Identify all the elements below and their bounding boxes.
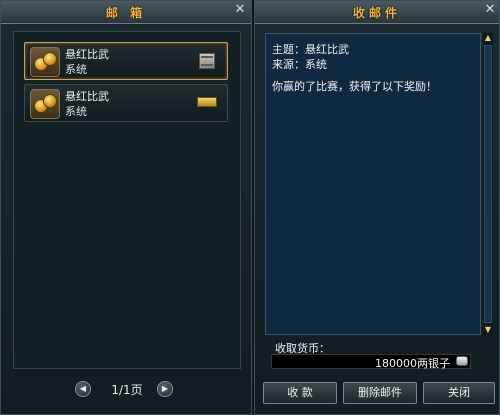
- mailbox-title: 邮 箱: [105, 6, 147, 20]
- mail-sender: 系统: [65, 105, 87, 118]
- mail-list: 悬红比武 系统 悬红比武 系统: [13, 31, 241, 369]
- mail-subject: 悬红比武: [65, 48, 109, 61]
- currency-value: 180000两银子: [375, 357, 450, 370]
- scroll-icon: [199, 53, 215, 69]
- reader-title: 收邮件: [352, 6, 401, 20]
- mail-list-item[interactable]: 悬红比武 系统: [24, 84, 228, 122]
- collect-button[interactable]: 收 款: [263, 382, 337, 404]
- gold-coins-icon: [30, 47, 60, 77]
- mail-source-line: 来源：系统: [272, 58, 327, 71]
- pager: ◀ 1/1页 ▶: [1, 381, 251, 399]
- scroll-thumb[interactable]: [484, 45, 492, 323]
- mailbox-panel: 邮 箱 ✕ 悬红比武 系统 悬红比武 系统 ◀ 1/1页 ▶: [0, 0, 252, 415]
- close-button[interactable]: 关闭: [423, 382, 495, 404]
- mailbox-close-icon[interactable]: ✕: [233, 3, 247, 17]
- mail-subject: 悬红比武: [65, 90, 109, 103]
- mail-scrollbar[interactable]: ▲ ▼: [483, 33, 493, 335]
- scroll-up-icon[interactable]: ▲: [483, 33, 493, 43]
- prev-page-icon[interactable]: ◀: [75, 381, 91, 397]
- next-page-icon[interactable]: ▶: [157, 381, 173, 397]
- mail-body: 你赢的了比赛，获得了以下奖励！: [272, 80, 437, 93]
- currency-field: 180000两银子: [271, 354, 471, 370]
- page-indicator: 1/1页: [111, 383, 143, 397]
- reader-close-icon[interactable]: ✕: [483, 3, 497, 17]
- silver-ingot-icon: [456, 356, 468, 366]
- gold-bundle-icon: [197, 97, 217, 107]
- mail-reader-panel: 收邮件 ✕ 主题：悬红比武 来源：系统 你赢的了比赛，获得了以下奖励！ ▲ ▼ …: [254, 0, 500, 415]
- mail-list-item[interactable]: 悬红比武 系统: [24, 42, 228, 80]
- mailbox-titlebar[interactable]: 邮 箱 ✕: [1, 1, 251, 24]
- scroll-down-icon[interactable]: ▼: [483, 325, 493, 335]
- mail-content: 主题：悬红比武 来源：系统 你赢的了比赛，获得了以下奖励！: [265, 33, 481, 335]
- gold-coins-icon: [30, 89, 60, 119]
- reader-titlebar[interactable]: 收邮件 ✕: [255, 1, 499, 24]
- mail-subject-line: 主题：悬红比武: [272, 43, 349, 56]
- delete-mail-button[interactable]: 删除邮件: [343, 382, 417, 404]
- mail-sender: 系统: [65, 63, 87, 76]
